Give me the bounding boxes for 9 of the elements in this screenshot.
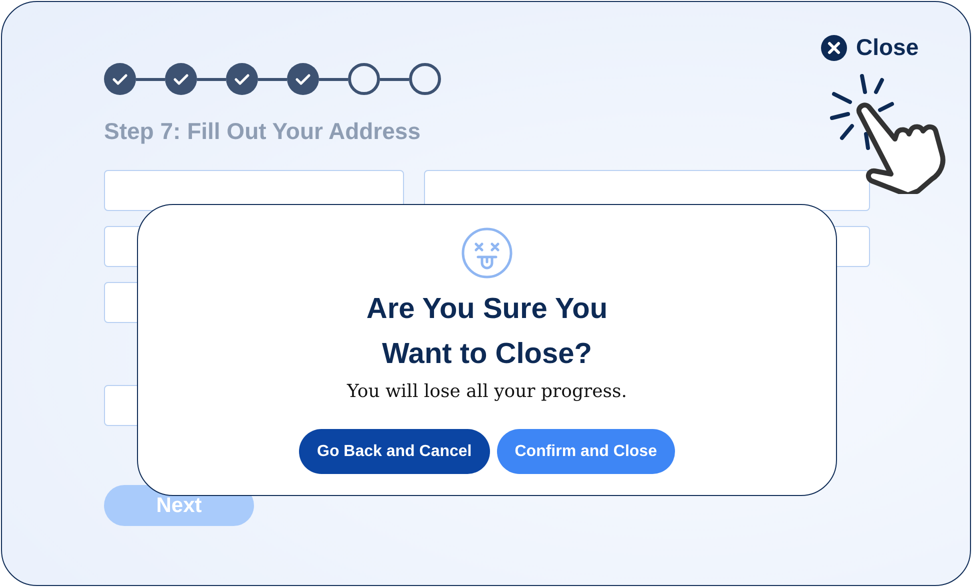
cancel-button[interactable]: Go Back and Cancel xyxy=(299,429,490,474)
dialog-message: You will lose all your progress. xyxy=(347,381,627,402)
dizzy-face-icon xyxy=(461,227,513,279)
close-label: Close xyxy=(856,34,919,61)
dialog-title: Are You Sure You Want to Close? xyxy=(365,292,609,372)
confirm-button[interactable]: Confirm and Close xyxy=(496,429,675,474)
close-link[interactable]: Close xyxy=(821,34,919,61)
close-icon xyxy=(821,34,847,60)
step-title: Step 7: Fill Out Your Address xyxy=(104,118,422,146)
